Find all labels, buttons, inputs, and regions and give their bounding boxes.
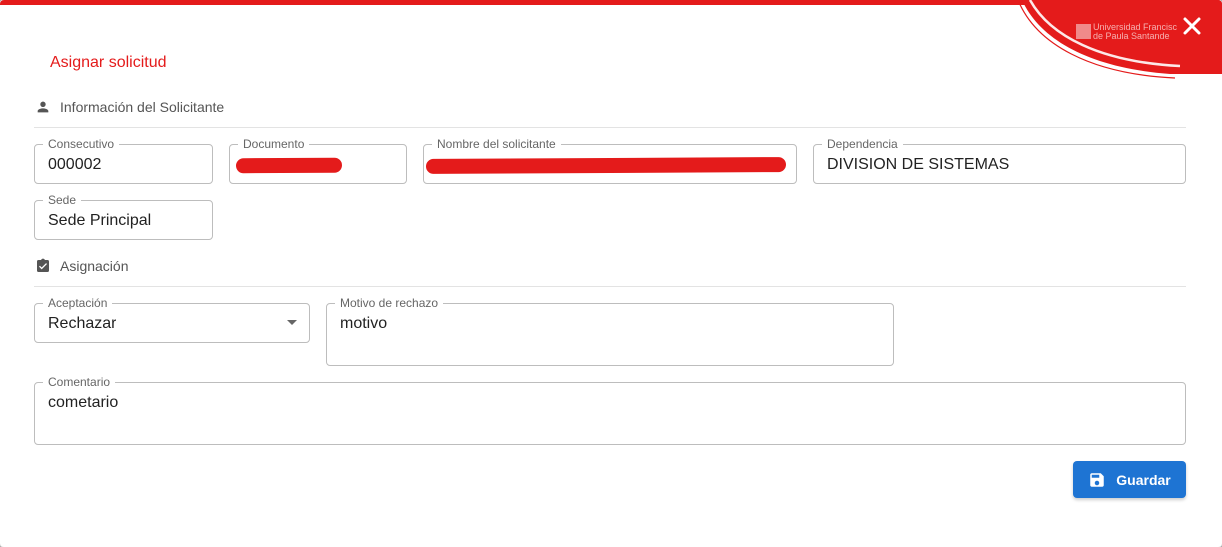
comentario-value: cometario <box>48 394 119 411</box>
header-corner-decoration <box>1017 0 1222 79</box>
comentario-field[interactable]: Comentario cometario <box>34 375 1186 445</box>
section-title-asignacion: Asignación <box>60 258 129 274</box>
dependencia-value: DIVISION DE SISTEMAS <box>827 156 1010 173</box>
assignment-check-icon <box>34 257 52 275</box>
assign-request-dialog: Universidad Francisc de Paula Santande A… <box>0 0 1222 547</box>
section-header-asignacion: Asignación <box>34 257 129 275</box>
section-header-solicitante: Información del Solicitante <box>34 98 224 116</box>
consecutivo-value: 000002 <box>48 156 102 173</box>
sede-value: Sede Principal <box>48 212 152 229</box>
nombre-redaction <box>425 157 787 174</box>
comentario-label: Comentario <box>43 375 116 389</box>
motivo-rechazo-field[interactable]: Motivo de rechazo motivo <box>326 296 894 366</box>
logo-line2: de Paula Santande <box>1093 31 1170 41</box>
close-button[interactable] <box>1178 12 1206 40</box>
dialog-title: Asignar solicitud <box>50 54 167 71</box>
motivo-rechazo-value: motivo <box>340 315 388 332</box>
sede-label: Sede <box>43 193 82 207</box>
person-icon <box>34 98 52 116</box>
section-title-solicitante: Información del Solicitante <box>60 99 225 115</box>
nombre-solicitante-label: Nombre del solicitante <box>432 137 561 151</box>
aceptacion-select[interactable]: Aceptación Rechazar <box>34 296 310 343</box>
nombre-solicitante-field[interactable]: Nombre del solicitante <box>423 137 797 184</box>
aceptacion-label: Aceptación <box>43 296 113 310</box>
close-icon <box>1183 17 1201 35</box>
dependencia-field[interactable]: Dependencia DIVISION DE SISTEMAS <box>813 137 1186 184</box>
motivo-rechazo-label: Motivo de rechazo <box>335 296 444 310</box>
aceptacion-value: Rechazar <box>48 315 117 332</box>
documento-label: Documento <box>238 137 310 151</box>
section-divider <box>34 286 1186 287</box>
documento-redaction <box>235 157 343 174</box>
documento-field[interactable]: Documento <box>229 137 407 184</box>
dialog-top-accent <box>0 0 1222 5</box>
save-button-label: Guardar <box>1116 471 1171 488</box>
save-icon <box>1088 471 1106 489</box>
consecutivo-field[interactable]: Consecutivo 000002 <box>34 137 213 184</box>
section-divider <box>34 127 1186 128</box>
consecutivo-label: Consecutivo <box>43 137 120 151</box>
logo-mark <box>1076 24 1091 39</box>
dependencia-label: Dependencia <box>822 137 903 151</box>
save-button[interactable]: Guardar <box>1073 461 1186 498</box>
arrow-drop-down-icon[interactable] <box>287 320 297 325</box>
sede-field[interactable]: Sede Sede Principal <box>34 193 213 240</box>
university-logo: Universidad Francisc de Paula Santande <box>1076 22 1188 50</box>
